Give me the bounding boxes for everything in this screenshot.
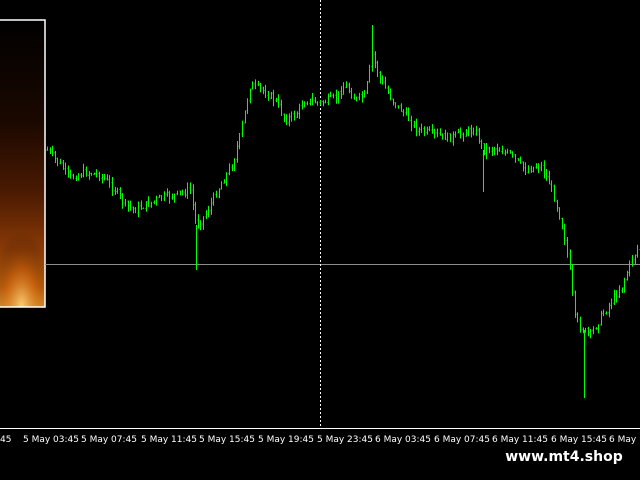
time-label: 5 May 19:45 [258,435,314,445]
fire-logo-panel [0,19,46,308]
time-label: 5 May 03:45 [23,435,79,445]
time-label: 5 May 07:45 [81,435,137,445]
time-label: 5 May 11:45 [141,435,197,445]
time-label: 45 [0,435,11,445]
time-label: 5 May 15:45 [199,435,255,445]
price-chart[interactable]: 45 5 May 03:45 5 May 07:45 5 May 11:45 5… [0,0,640,480]
candles [46,25,640,398]
time-label: 6 May 03:45 [375,435,431,445]
watermark-text: www.mt4.shop [496,444,632,470]
time-label: 6 May 07:45 [434,435,490,445]
time-label: 5 May 23:45 [317,435,373,445]
chart-canvas[interactable]: 45 5 May 03:45 5 May 07:45 5 May 11:45 5… [0,0,640,480]
